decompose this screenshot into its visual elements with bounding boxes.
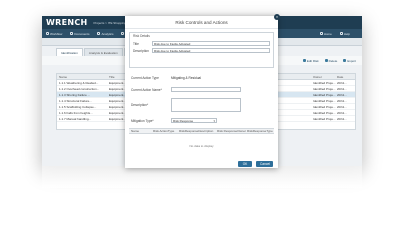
mitigation-type-value: Risk Response xyxy=(173,119,194,123)
cell: 20/11... xyxy=(337,80,347,85)
nav-label: Documents xyxy=(74,31,90,36)
col-header[interactable]: Name xyxy=(57,75,109,79)
cell: 1.1.1 Weathering & Realted... xyxy=(59,80,99,85)
ok-button[interactable]: OK xyxy=(238,161,252,167)
nav-item-workflow[interactable]: Workflow xyxy=(46,32,62,36)
col-header[interactable]: RiskResponseType xyxy=(245,129,274,133)
nav-label: Home xyxy=(323,31,332,36)
nav-label: Analytics xyxy=(101,31,114,36)
edit-risk-button[interactable]: Edit Risk xyxy=(302,58,319,63)
mitigation-type-select[interactable]: Risk Response ▾ xyxy=(171,118,217,123)
cell: 1.1.2 Overhead construction... xyxy=(59,86,100,91)
cell: 20/11... xyxy=(337,104,347,109)
toolbar-label: Delete xyxy=(328,58,338,63)
no-data-message: No data to display xyxy=(189,144,214,148)
risk-details-group: Risk Details Title Risk due to fragile A… xyxy=(129,32,274,68)
cell: 1.1.6 Falls from heights... xyxy=(59,110,93,115)
cell: 20/11... xyxy=(337,98,347,103)
col-header[interactable]: Risk ActionType xyxy=(151,129,177,133)
description-textarea[interactable] xyxy=(171,98,241,112)
export-icon xyxy=(343,59,347,62)
home-icon xyxy=(319,32,323,35)
delete-icon xyxy=(324,59,328,62)
cell: 1.1.4 Structural Failure... xyxy=(59,98,92,103)
nav-label: Help xyxy=(343,31,350,36)
cell: 1.1.7 Manual handling... xyxy=(59,116,92,121)
toolbar-label: Export xyxy=(347,58,356,63)
cell: Identified Proje... xyxy=(313,86,336,91)
cell: 1.1.3 Shoring Failure ... xyxy=(59,92,91,97)
cell: Identified Proje... xyxy=(313,104,336,109)
cell: Identified Proje... xyxy=(313,80,336,85)
cell: 20/11... xyxy=(337,110,347,115)
cell: 1.1.5 Scaffolding Collapse... xyxy=(59,104,97,109)
nav-label: Workflow xyxy=(50,31,63,36)
help-icon xyxy=(339,32,343,35)
risk-details-legend: Risk Details xyxy=(133,34,150,38)
close-icon[interactable]: × xyxy=(274,14,280,20)
nav-item-analytics[interactable]: Analytics xyxy=(97,32,113,36)
delete-button[interactable]: Delete xyxy=(324,58,338,63)
tab-identification[interactable]: Identification xyxy=(56,48,83,56)
risk-controls-dialog: Risk Controls and Actions × Risk Details… xyxy=(125,14,280,168)
current-action-type-value: Mitigating & Residual xyxy=(171,76,201,80)
cell: 20/11... xyxy=(337,86,347,91)
nav-item-documents[interactable]: Documents xyxy=(70,32,89,36)
title-label: Title xyxy=(133,42,139,46)
dialog-title: Risk Controls and Actions xyxy=(125,16,278,29)
current-action-name-label: Current Action Name* xyxy=(131,88,162,92)
export-button[interactable]: Export xyxy=(343,59,356,63)
current-action-name-field[interactable] xyxy=(171,87,241,92)
title-field[interactable]: Risk due to fragile Adjusted xyxy=(152,41,270,46)
col-header[interactable]: RiskResponseDescription xyxy=(177,129,215,133)
col-header[interactable]: Date xyxy=(337,75,355,79)
cell: Identified Proje... xyxy=(313,98,336,103)
col-header[interactable]: Risk ResponseOwner xyxy=(215,129,246,133)
mitigation-type-label: Mitigation Type* xyxy=(131,119,154,123)
nav-item-home[interactable]: Home xyxy=(319,31,332,36)
cell: Identified Proje... xyxy=(313,92,336,97)
description-field-label: Description* xyxy=(131,103,149,107)
chevron-down-icon: ▾ xyxy=(213,119,215,123)
current-action-type-label: Current Action Type xyxy=(131,76,159,80)
app-logo: WRENCH xyxy=(46,18,88,27)
toolbar-label: Edit Risk xyxy=(306,58,319,63)
nav-item-help[interactable]: Help xyxy=(339,31,350,36)
col-header[interactable]: Owner xyxy=(313,75,337,79)
cell: 20/11... xyxy=(337,116,347,121)
actions-table-header: Name Risk ActionType RiskResponseDescrip… xyxy=(129,128,274,134)
edit-icon xyxy=(302,59,306,62)
documents-icon xyxy=(70,32,74,35)
cell: Identified Proje... xyxy=(313,110,336,115)
col-header[interactable]: Name xyxy=(129,129,151,133)
workflow-icon xyxy=(46,32,49,35)
description-field[interactable]: Risk due to fragile Adjusted xyxy=(152,48,270,53)
description-label: Description xyxy=(133,49,149,53)
cell: Identified Proje... xyxy=(313,116,336,121)
cell: 20/11... xyxy=(337,92,347,97)
reflection-fade xyxy=(42,166,362,188)
cancel-button[interactable]: Cancel xyxy=(256,161,273,167)
analytics-icon xyxy=(97,32,101,35)
tab-analysis[interactable]: Analysis & Evaluation xyxy=(83,48,123,56)
